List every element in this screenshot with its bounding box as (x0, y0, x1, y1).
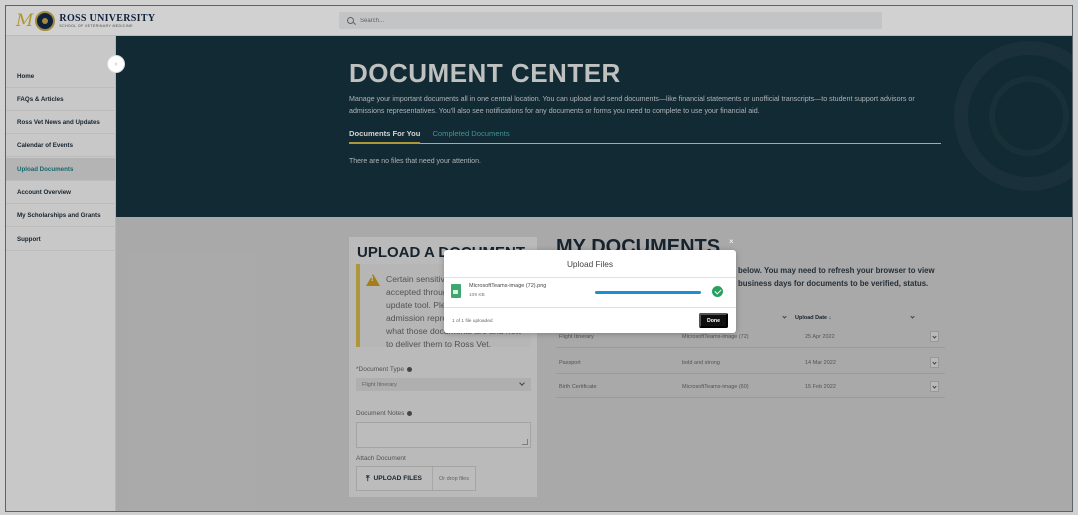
modal-title: Upload Files (444, 250, 736, 278)
close-icon[interactable]: × (729, 237, 734, 246)
upload-status-text: 1 of 1 file uploaded (452, 319, 493, 324)
image-file-icon (451, 284, 461, 298)
done-button[interactable]: Done (699, 313, 728, 328)
file-size: 109 KB (469, 293, 485, 298)
uploaded-file-row: MicrosoftTeams-image (72).png 109 KB (444, 279, 736, 306)
check-circle-icon (712, 286, 723, 297)
upload-files-modal: Upload Files MicrosoftTeams-image (72).p… (444, 250, 736, 333)
chevron-left-icon: ‹ (114, 60, 118, 68)
upload-progress-bar (595, 291, 701, 294)
file-name: MicrosoftTeams-image (72).png (469, 283, 547, 289)
modal-footer: 1 of 1 file uploaded Done (444, 307, 736, 333)
sidebar-collapse-button[interactable]: ‹ (107, 55, 125, 73)
upload-progress-fill (595, 291, 701, 294)
